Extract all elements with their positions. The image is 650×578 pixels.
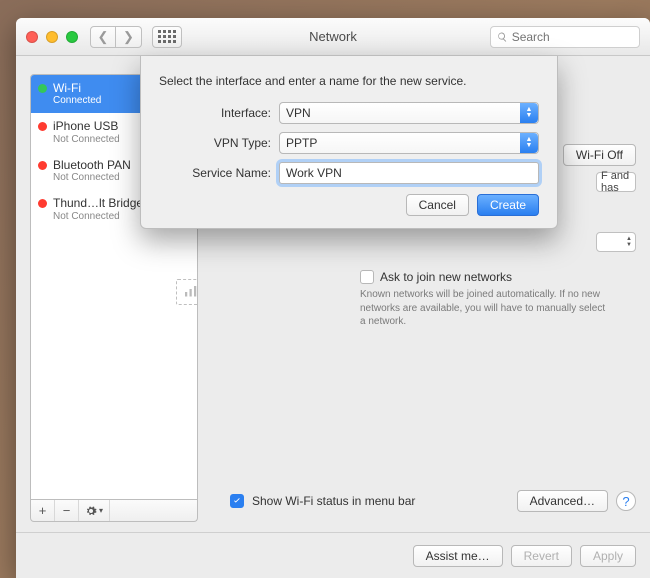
wifi-off-button[interactable]: Wi-Fi Off xyxy=(563,144,636,166)
status-dot-icon xyxy=(38,122,47,131)
footer: Assist me… Revert Apply xyxy=(16,532,650,578)
status-fragment: F and has xyxy=(596,172,636,192)
ask-to-join-checkbox[interactable] xyxy=(360,270,374,284)
nav-buttons: ❮ ❯ xyxy=(90,26,142,48)
checkmark-icon xyxy=(232,496,242,506)
network-name-dropdown[interactable]: ▲▼ xyxy=(596,232,636,252)
back-button[interactable]: ❮ xyxy=(90,26,116,48)
ask-to-join-desc: Known networks will be joined automatica… xyxy=(360,288,610,329)
show-status-checkbox[interactable] xyxy=(230,494,244,508)
interface-select[interactable]: VPN ▲▼ xyxy=(279,102,539,124)
sheet-heading: Select the interface and enter a name fo… xyxy=(159,74,539,88)
status-dot-icon xyxy=(38,84,47,93)
vpntype-label: VPN Type: xyxy=(159,136,271,150)
search-field[interactable] xyxy=(490,26,640,48)
ask-to-join-block: Ask to join new networks Known networks … xyxy=(360,270,636,329)
show-all-button[interactable] xyxy=(152,26,182,48)
assist-me-button[interactable]: Assist me… xyxy=(413,545,503,567)
close-icon[interactable] xyxy=(26,31,38,43)
list-toolbar: + − ▾ xyxy=(30,500,198,522)
status-dot-icon xyxy=(38,161,47,170)
cancel-button[interactable]: Cancel xyxy=(406,194,469,216)
status-dot-icon xyxy=(38,199,47,208)
search-icon xyxy=(497,31,508,43)
service-actions-menu[interactable]: ▾ xyxy=(79,500,110,521)
updown-arrows-icon: ▲▼ xyxy=(520,103,538,123)
vpntype-value: PPTP xyxy=(286,136,317,150)
help-button[interactable]: ? xyxy=(616,491,636,511)
minimize-icon[interactable] xyxy=(46,31,58,43)
bridge-icon xyxy=(182,283,198,301)
titlebar: ❮ ❯ Network xyxy=(16,18,650,56)
new-service-sheet: Select the interface and enter a name fo… xyxy=(140,56,558,229)
interface-label: Interface: xyxy=(159,106,271,120)
gear-icon xyxy=(85,505,97,517)
vpntype-select[interactable]: PPTP ▲▼ xyxy=(279,132,539,154)
bottom-row: Show Wi-Fi status in menu bar Advanced… … xyxy=(210,484,636,522)
drag-preview xyxy=(176,279,198,305)
revert-button[interactable]: Revert xyxy=(511,545,572,567)
advanced-button[interactable]: Advanced… xyxy=(517,490,608,512)
servicename-input[interactable] xyxy=(279,162,539,184)
chevron-down-icon: ▾ xyxy=(99,506,103,515)
add-service-button[interactable]: + xyxy=(31,500,55,521)
servicename-label: Service Name: xyxy=(159,166,271,180)
search-input[interactable] xyxy=(512,30,633,44)
apply-button[interactable]: Apply xyxy=(580,545,636,567)
updown-arrows-icon: ▲▼ xyxy=(520,133,538,153)
updown-arrows-icon: ▲▼ xyxy=(626,236,632,248)
show-status-label: Show Wi-Fi status in menu bar xyxy=(252,494,415,508)
create-button[interactable]: Create xyxy=(477,194,539,216)
network-prefs-window: ❮ ❯ Network Wi-Fi Connected iPhone USB xyxy=(16,18,650,578)
zoom-icon[interactable] xyxy=(66,31,78,43)
interface-value: VPN xyxy=(286,106,311,120)
ask-to-join-label: Ask to join new networks xyxy=(380,270,512,284)
traffic-lights xyxy=(26,31,78,43)
forward-button[interactable]: ❯ xyxy=(116,26,142,48)
remove-service-button[interactable]: − xyxy=(55,500,79,521)
